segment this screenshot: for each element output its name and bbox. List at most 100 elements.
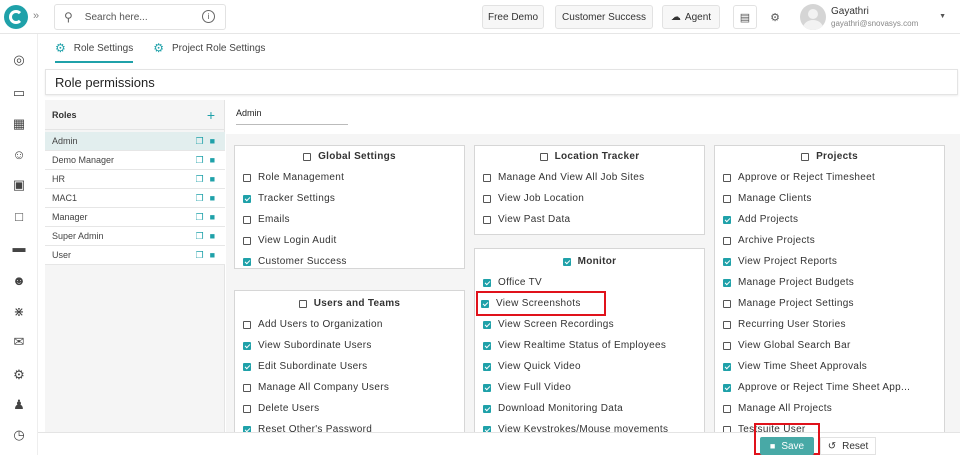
trash-icon[interactable]: ■ [210, 231, 215, 242]
add-role-button[interactable]: + [207, 107, 215, 123]
permission-checkbox[interactable] [723, 278, 731, 287]
permission-item[interactable]: Download Monitoring Data [475, 398, 704, 419]
permission-item[interactable]: Customer Success [235, 251, 464, 272]
permission-checkbox[interactable] [243, 236, 251, 245]
permission-item[interactable]: Manage Project Budgets [715, 272, 944, 293]
expand-menu-icon[interactable]: » [33, 10, 39, 22]
card-icon[interactable]: ▬ [11, 239, 27, 255]
trash-icon[interactable]: ■ [210, 136, 215, 147]
highlighted-permission[interactable]: View Screenshots [476, 291, 606, 316]
permission-checkbox[interactable] [243, 215, 251, 224]
app-logo[interactable] [4, 5, 28, 29]
section-header[interactable]: Users and Teams [235, 293, 464, 314]
alarm-icon[interactable]: ◷ [11, 427, 27, 443]
permission-item[interactable]: Manage All Company Users [235, 377, 464, 398]
copy-icon[interactable]: ❐ [195, 250, 203, 261]
dashboard-icon[interactable]: ◎ [11, 52, 27, 68]
permission-item[interactable]: Role Management [235, 167, 464, 188]
tab-role-settings[interactable]: ⚙ Role Settings [55, 41, 134, 63]
permission-item[interactable]: View Global Search Bar [715, 335, 944, 356]
role-item-super-admin[interactable]: Super Admin ❐ ■ [45, 227, 225, 246]
permission-checkbox[interactable] [723, 257, 731, 266]
document-icon[interactable]: ▤ [733, 5, 757, 29]
section-header[interactable]: Monitor [475, 251, 704, 272]
permission-checkbox[interactable] [483, 173, 491, 182]
permission-item[interactable]: Manage All Projects [715, 398, 944, 419]
section-header[interactable]: Global Settings [235, 146, 464, 167]
permission-item[interactable]: Office TV [475, 272, 704, 293]
permission-checkbox[interactable] [483, 362, 491, 371]
settings-gear-icon[interactable]: ⚙ [763, 5, 787, 29]
copy-icon[interactable]: ❐ [195, 231, 203, 242]
permission-item[interactable]: View Past Data [475, 209, 704, 230]
permission-item[interactable]: Add Users to Organization [235, 314, 464, 335]
section-checkbox[interactable] [539, 152, 548, 161]
info-icon[interactable]: i [202, 10, 215, 23]
permission-checkbox[interactable] [723, 320, 731, 329]
user-icon[interactable]: ☺ [11, 146, 27, 162]
permission-item[interactable]: View Subordinate Users [235, 335, 464, 356]
reset-button[interactable]: ↺ Reset [820, 437, 876, 455]
section-checkbox[interactable] [562, 257, 571, 266]
permission-checkbox[interactable] [723, 236, 731, 245]
section-header[interactable]: Projects [715, 146, 944, 167]
permission-item[interactable]: Approve or Reject Timesheet [715, 167, 944, 188]
trash-icon[interactable]: ■ [210, 250, 215, 261]
permission-checkbox[interactable] [483, 383, 491, 392]
copy-icon[interactable]: ❐ [195, 212, 203, 223]
agent-button[interactable]: ☁ Agent [662, 5, 720, 29]
timesheet-icon[interactable]: ▦ [11, 116, 27, 132]
permission-checkbox[interactable] [243, 257, 251, 266]
permission-item[interactable]: Add Projects [715, 209, 944, 230]
selected-role-field[interactable]: Admin [236, 108, 348, 125]
permission-checkbox[interactable] [483, 341, 491, 350]
copy-icon[interactable]: ❐ [195, 155, 203, 166]
permission-checkbox[interactable] [483, 320, 491, 329]
role-item-admin[interactable]: Admin ❐ ■ [45, 132, 225, 151]
tab-project-role-settings[interactable]: ⚙ Project Role Settings [153, 41, 265, 55]
permission-checkbox[interactable] [723, 299, 731, 308]
permission-checkbox[interactable] [723, 362, 731, 371]
permission-item[interactable]: Delete Users [235, 398, 464, 419]
permission-item[interactable]: View Time Sheet Approvals [715, 356, 944, 377]
permission-checkbox[interactable] [243, 383, 251, 392]
role-item-user[interactable]: User ❐ ■ [45, 246, 225, 265]
permission-item[interactable]: View Screenshots [475, 291, 704, 316]
role-item-manager[interactable]: Manager ❐ ■ [45, 208, 225, 227]
user-menu[interactable]: Gayathri gayathri@snovasys.com ▼ [800, 2, 950, 32]
permission-item[interactable]: View Login Audit [235, 230, 464, 251]
permission-item[interactable]: View Full Video [475, 377, 704, 398]
permission-checkbox[interactable] [483, 278, 491, 287]
customer-success-button[interactable]: Customer Success [555, 5, 653, 29]
permission-checkbox[interactable] [243, 194, 251, 203]
permission-item[interactable]: Tracker Settings [235, 188, 464, 209]
calendar-icon[interactable]: ▭ [11, 85, 27, 101]
permission-item[interactable]: Manage And View All Job Sites [475, 167, 704, 188]
permission-item[interactable]: View Realtime Status of Employees [475, 335, 704, 356]
copy-icon[interactable]: ❐ [195, 174, 203, 185]
permission-checkbox[interactable] [483, 404, 491, 413]
permission-checkbox[interactable] [243, 341, 251, 350]
permission-checkbox[interactable] [723, 173, 731, 182]
trash-icon[interactable]: ■ [210, 174, 215, 185]
permission-checkbox[interactable] [243, 320, 251, 329]
permission-item[interactable]: Approve or Reject Time Sheet App... [715, 377, 944, 398]
permission-checkbox[interactable] [243, 404, 251, 413]
org-icon[interactable]: ⋇ [11, 304, 27, 320]
permission-checkbox[interactable] [723, 404, 731, 413]
section-header[interactable]: Location Tracker [475, 146, 704, 167]
search-input[interactable] [84, 11, 185, 23]
save-button[interactable]: ■ Save [760, 437, 814, 455]
permission-checkbox[interactable] [723, 215, 731, 224]
permission-item[interactable]: Recurring User Stories [715, 314, 944, 335]
briefcase-icon[interactable]: ▣ [11, 177, 27, 193]
section-checkbox[interactable] [303, 152, 312, 161]
permission-item[interactable]: View Job Location [475, 188, 704, 209]
permission-item[interactable]: Emails [235, 209, 464, 230]
copy-icon[interactable]: ❐ [195, 136, 203, 147]
trash-icon[interactable]: ■ [210, 193, 215, 204]
permission-checkbox[interactable] [723, 341, 731, 350]
permission-item[interactable]: Manage Project Settings [715, 293, 944, 314]
permission-item[interactable]: Reset Other's Password [235, 419, 464, 432]
permission-item[interactable]: Manage Clients [715, 188, 944, 209]
